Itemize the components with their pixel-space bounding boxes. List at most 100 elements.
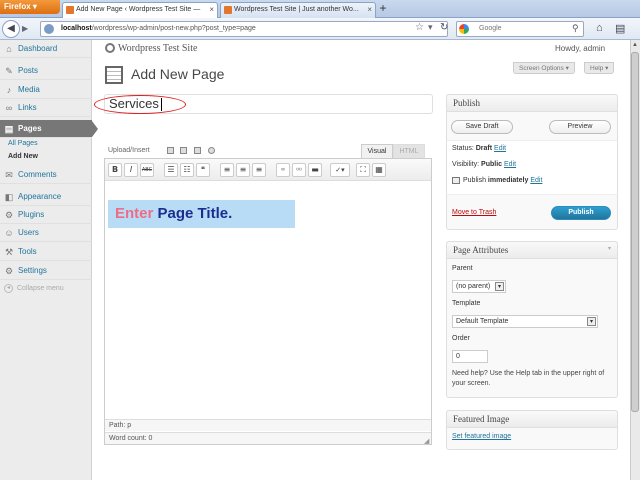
publish-box-title: Publish bbox=[446, 94, 618, 112]
wordpress-favicon-icon bbox=[66, 6, 74, 14]
bookmark-star-icon[interactable]: ☆ bbox=[415, 22, 424, 33]
sidebar-item-tools[interactable]: ⚒ Tools bbox=[0, 243, 92, 261]
links-icon: ∞ bbox=[5, 103, 13, 113]
sidebar-subitem-add-new[interactable]: Add New bbox=[8, 153, 38, 160]
site-identity-icon[interactable] bbox=[44, 24, 54, 34]
search-icon[interactable]: ⚲ bbox=[572, 23, 579, 34]
page-attributes-title: Page Attributes bbox=[446, 241, 618, 259]
close-tab-icon[interactable]: × bbox=[209, 3, 214, 17]
add-video-icon[interactable] bbox=[180, 147, 187, 154]
sidebar-item-comments[interactable]: ✉ Comments bbox=[0, 166, 92, 184]
align-right-button[interactable]: ≡ bbox=[252, 163, 266, 177]
sidebar-item-links[interactable]: ∞ Links bbox=[0, 99, 92, 117]
sidebar-item-pages[interactable]: ▤ Pages bbox=[0, 120, 92, 138]
publish-button[interactable]: Publish bbox=[551, 206, 611, 220]
order-input[interactable]: 0 bbox=[452, 350, 488, 363]
sidebar-item-label: Comments bbox=[18, 170, 57, 179]
attributes-help-text: Need help? Use the Help tab in the upper… bbox=[452, 370, 605, 387]
scroll-up-arrow-icon[interactable]: ▲ bbox=[631, 41, 639, 50]
reload-icon[interactable]: ↻ bbox=[440, 22, 448, 33]
sidebar-item-label: Posts bbox=[18, 66, 39, 75]
sidebar-item-settings[interactable]: ⚙ Settings bbox=[0, 262, 92, 280]
sidebar-item-dashboard[interactable]: ⌂ Dashboard bbox=[0, 40, 92, 58]
tab-html[interactable]: HTML bbox=[393, 144, 425, 158]
move-to-trash-link[interactable]: Move to Trash bbox=[452, 209, 496, 216]
current-menu-arrow bbox=[92, 121, 98, 137]
save-draft-button[interactable]: Save Draft bbox=[451, 120, 513, 134]
blockquote-button[interactable]: ❝ bbox=[196, 163, 210, 177]
sidebar-item-label: Appearance bbox=[18, 192, 62, 201]
forward-arrow-icon[interactable]: ▶ bbox=[22, 23, 34, 35]
featured-image-title: Featured Image bbox=[446, 410, 618, 428]
plugins-icon: ⚙ bbox=[4, 210, 14, 220]
numbered-list-button[interactable]: ☷ bbox=[180, 163, 194, 177]
parent-select-value: (no parent) bbox=[456, 283, 491, 290]
collapse-menu-icon[interactable]: ◂ bbox=[4, 284, 13, 293]
sidebar-item-label: Dashboard bbox=[18, 44, 58, 53]
italic-button[interactable]: I bbox=[124, 163, 138, 177]
sidebar-subitem-all-pages[interactable]: All Pages bbox=[8, 140, 38, 147]
add-image-icon[interactable] bbox=[167, 147, 174, 154]
sidebar-item-media[interactable]: ♪ Media bbox=[0, 81, 92, 99]
unlink-button[interactable]: ⚮ bbox=[292, 163, 306, 177]
howdy-admin-link[interactable]: Howdy, admin bbox=[555, 44, 605, 53]
page-title: Add New Page bbox=[131, 66, 225, 82]
add-media-icon[interactable] bbox=[208, 147, 215, 154]
new-tab-button[interactable]: + bbox=[376, 2, 390, 16]
close-tab-icon[interactable]: × bbox=[367, 3, 372, 17]
post-status: Status: Draft Edit bbox=[452, 145, 506, 152]
template-select[interactable]: Default Template ▾ bbox=[452, 315, 598, 328]
insert-link-button[interactable]: ⚭ bbox=[276, 163, 290, 177]
preview-button[interactable]: Preview bbox=[549, 120, 611, 134]
sidebar-item-plugins[interactable]: ⚙ Plugins bbox=[0, 206, 92, 224]
bookmarks-menu-icon[interactable]: ▤ bbox=[615, 22, 625, 35]
add-audio-icon[interactable] bbox=[194, 147, 201, 154]
spellcheck-button[interactable]: ✓▾ bbox=[330, 163, 350, 177]
edit-schedule-link[interactable]: Edit bbox=[530, 177, 542, 184]
tab-visual[interactable]: Visual bbox=[361, 144, 393, 158]
sidebar-item-users[interactable]: ☺ Users bbox=[0, 224, 92, 242]
wordpress-favicon-icon bbox=[224, 6, 232, 14]
back-arrow-icon[interactable]: ◀ bbox=[2, 20, 20, 38]
browser-tab-add-new-page[interactable]: Add New Page ‹ Wordpress Test Site — × bbox=[62, 2, 218, 18]
bold-button[interactable]: B bbox=[108, 163, 122, 177]
resize-handle-icon[interactable]: ◢ bbox=[424, 437, 429, 445]
order-label: Order bbox=[452, 335, 470, 342]
bullet-list-button[interactable]: ☰ bbox=[164, 163, 178, 177]
posts-icon: ✎ bbox=[5, 66, 13, 76]
visibility-label: Visibility: bbox=[452, 161, 482, 168]
home-icon[interactable]: ⌂ bbox=[596, 22, 603, 34]
text-cursor bbox=[161, 98, 162, 111]
set-featured-image-link[interactable]: Set featured image bbox=[452, 433, 511, 440]
url-history-dropdown-icon[interactable]: ▾ bbox=[428, 22, 433, 33]
strikethrough-button[interactable]: ABC bbox=[140, 163, 154, 177]
post-title-input[interactable]: Services bbox=[104, 94, 433, 114]
sidebar-item-label: Plugins bbox=[18, 210, 45, 219]
edit-visibility-link[interactable]: Edit bbox=[504, 161, 516, 168]
publish-value: immediately bbox=[487, 177, 529, 184]
insert-more-button[interactable]: ▬ bbox=[308, 163, 322, 177]
sidebar-item-appearance[interactable]: ◧ Appearance bbox=[0, 188, 92, 206]
align-left-button[interactable]: ≡ bbox=[220, 163, 234, 177]
collapse-box-arrow-icon[interactable]: ▾ bbox=[608, 245, 614, 252]
fullscreen-button[interactable]: ⛶ bbox=[356, 163, 370, 177]
edit-status-link[interactable]: Edit bbox=[494, 145, 506, 152]
kitchen-sink-button[interactable]: ▦ bbox=[372, 163, 386, 177]
browser-tab-site[interactable]: Wordpress Test Site | Just another Wo...… bbox=[220, 2, 376, 18]
screen-options-button[interactable]: Screen Options ▾ bbox=[513, 62, 575, 74]
site-name-link[interactable]: Wordpress Test Site bbox=[118, 43, 197, 54]
pages-icon: ▤ bbox=[4, 124, 14, 134]
align-center-button[interactable]: ≡ bbox=[236, 163, 250, 177]
scrollbar-thumb[interactable] bbox=[631, 52, 639, 412]
parent-select[interactable]: (no parent) ▾ bbox=[452, 280, 506, 293]
firefox-menu-button[interactable]: Firefox ▾ bbox=[0, 0, 60, 14]
url-bar[interactable]: localhost/wordpress/wp-admin/post-new.ph… bbox=[40, 21, 448, 37]
google-engine-icon[interactable] bbox=[459, 24, 469, 34]
editor-path-bar: Path: p bbox=[105, 419, 431, 431]
collapse-menu-link[interactable]: Collapse menu bbox=[17, 285, 64, 292]
browser-tab-label: Wordpress Test Site | Just another Wo... bbox=[234, 6, 359, 13]
search-input[interactable]: Google bbox=[456, 21, 584, 37]
sidebar-item-posts[interactable]: ✎ Posts bbox=[0, 62, 92, 80]
help-button[interactable]: Help ▾ bbox=[584, 62, 615, 74]
sidebar-item-label: Tools bbox=[18, 247, 37, 256]
